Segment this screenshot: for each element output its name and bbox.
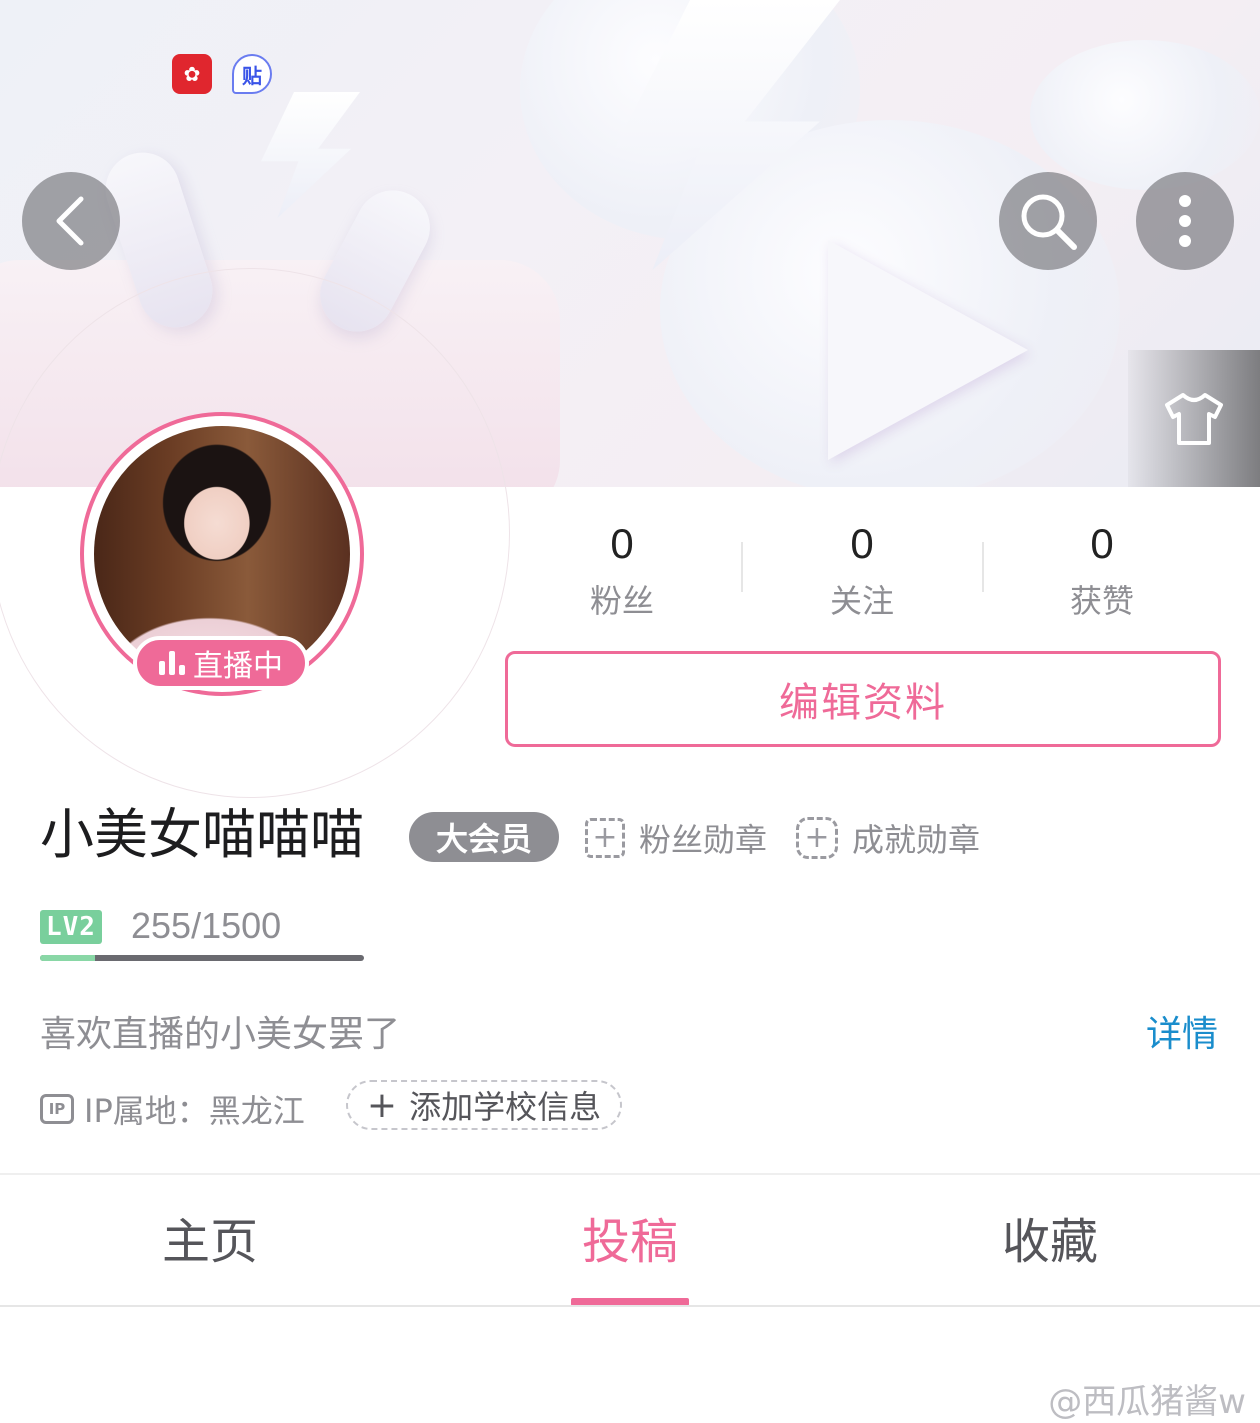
level-progress-bar (40, 955, 364, 961)
vip-badge[interactable]: 大会员 (409, 812, 559, 862)
stat-following[interactable]: 0 关注 (742, 516, 982, 622)
ip-location: IP IP属地：黑龙江 (40, 1086, 305, 1132)
divider (0, 1173, 1260, 1175)
app-tieba-icon: 贴 (232, 54, 272, 94)
more-button[interactable] (1136, 172, 1234, 270)
stat-value: 0 (610, 520, 634, 567)
plus-icon: + (366, 1084, 398, 1126)
level-badge[interactable]: LV2 (40, 910, 102, 944)
detail-link[interactable]: 详情 (1146, 1005, 1218, 1057)
tab-home[interactable]: 主页 (0, 1212, 420, 1272)
banner-decoration (828, 240, 1028, 460)
skin-button[interactable] (1128, 350, 1260, 487)
tab-favorites[interactable]: 收藏 (840, 1212, 1260, 1272)
level-progress-fill (40, 955, 96, 961)
live-badge[interactable]: 直播中 (133, 636, 309, 690)
ip-icon: IP (40, 1094, 74, 1124)
live-bars-icon (159, 651, 185, 675)
stat-label: 关注 (829, 582, 894, 620)
add-medal-icon: + (585, 818, 625, 858)
level-progress-text: 255/1500 (131, 905, 282, 946)
ip-location-text: IP属地：黑龙江 (84, 1092, 305, 1130)
add-achievement-icon: + (796, 817, 838, 859)
status-bar: ✿ 贴 (0, 44, 1260, 104)
search-icon (1021, 194, 1077, 250)
weibo-watermark-text: @西瓜猪酱w (1048, 1382, 1246, 1422)
search-button[interactable] (999, 172, 1097, 270)
tab-uploads[interactable]: 投稿 (420, 1212, 840, 1272)
live-label: 直播中 (193, 649, 283, 684)
username: 小美女喵喵喵 (40, 803, 364, 866)
stat-likes[interactable]: 0 获赞 (982, 516, 1222, 622)
more-vertical-icon (1179, 195, 1191, 247)
stat-label: 获赞 (1069, 582, 1134, 620)
bio-text: 喜欢直播的小美女罢了 (40, 1014, 401, 1055)
stat-fans[interactable]: 0 粉丝 (502, 516, 742, 622)
back-button[interactable] (22, 172, 120, 270)
chevron-left-icon (56, 196, 84, 246)
stat-label: 粉丝 (589, 582, 654, 620)
stat-value: 0 (850, 520, 874, 567)
divider (0, 1305, 1260, 1307)
watermark: @西瓜猪酱w (1048, 1374, 1246, 1423)
edit-profile-button[interactable]: 编辑资料 (505, 651, 1221, 747)
achievement-medal-button[interactable]: + 成就勋章 (796, 815, 980, 861)
app-red-icon: ✿ (172, 54, 212, 94)
stat-value: 0 (1090, 520, 1114, 567)
achievement-medal-label: 成就勋章 (852, 821, 981, 859)
banner-decoration (261, 92, 360, 218)
fan-medal-button[interactable]: + 粉丝勋章 (585, 815, 767, 861)
add-school-label: 添加学校信息 (409, 1088, 602, 1126)
fan-medal-label: 粉丝勋章 (639, 821, 768, 859)
add-school-button[interactable]: + 添加学校信息 (346, 1080, 622, 1130)
tshirt-icon (1165, 392, 1223, 445)
